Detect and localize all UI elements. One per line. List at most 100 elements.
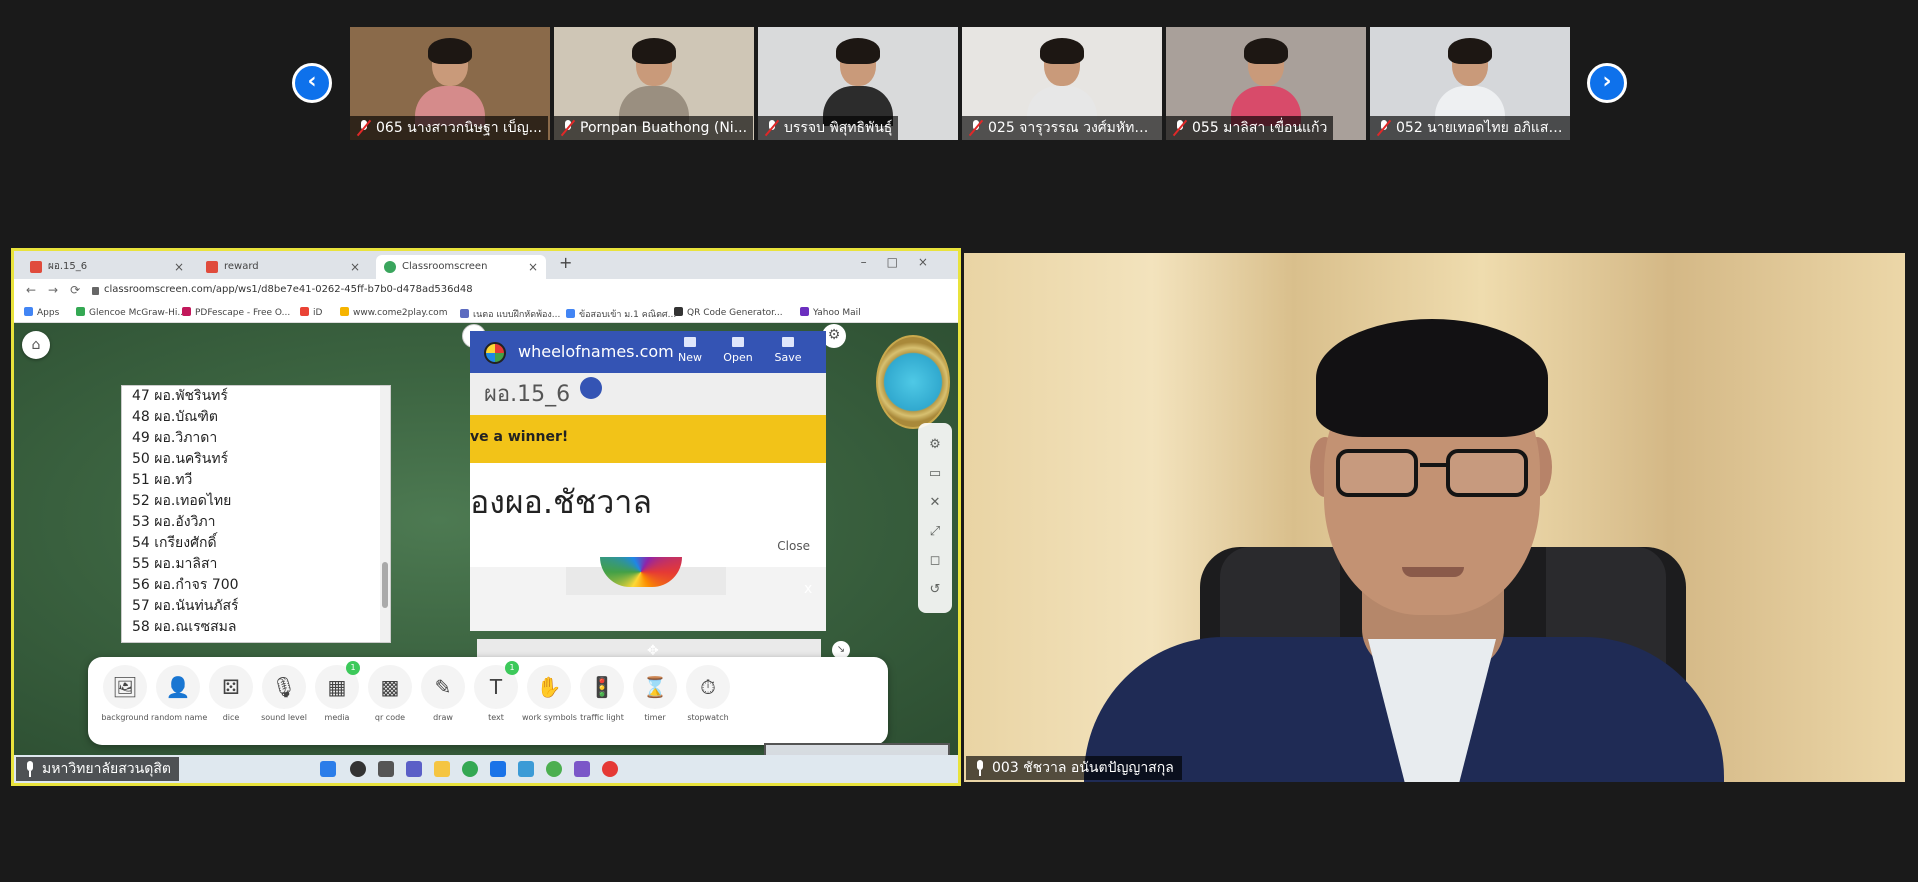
window-controls[interactable]: –□× (861, 255, 948, 269)
participant-tile[interactable]: Pornpan Buathong (Ni... (554, 27, 754, 140)
classroomscreen-board: ⌂ 47 ผอ.พัชรินทร์ 48 ผอ.บัณฑิต 49 ผอ.วิภาด… (14, 323, 958, 783)
participant-tile[interactable]: 065 นางสาวกนิษฐา เบ็ญ... (350, 27, 550, 140)
list-item[interactable]: 54 เกรียงศักดิ์ (122, 533, 390, 554)
gallery-next-button[interactable]: › (1587, 63, 1627, 103)
url-field[interactable]: classroomscreen.com/app/ws1/d8be7e41-026… (104, 284, 473, 295)
search-icon[interactable] (350, 761, 366, 777)
browser-tab[interactable]: ผอ.15_6 × (22, 255, 192, 279)
participant-tile[interactable]: 025 จารุวรรณ วงศ์มหัทธนะ (962, 27, 1162, 140)
chrome-icon[interactable] (462, 761, 478, 777)
tool-text-button[interactable]: T 1 text (469, 661, 523, 722)
resize-icon[interactable]: ⤢ (918, 524, 952, 539)
app-icon[interactable] (574, 761, 590, 777)
tool-stopwatch-button[interactable]: ⏱ stopwatch (681, 665, 735, 722)
tool-badge: 1 (505, 661, 519, 675)
browser-tab-active[interactable]: Classroomscreen × (376, 255, 546, 279)
list-item[interactable]: 58 ผอ.ณเรซสมล (122, 617, 390, 638)
bookmark-link[interactable]: ข้อสอบเข้า ม.1 คณิตศ... (566, 307, 676, 321)
list-item[interactable]: 56 ผอ.กำจร 700 (122, 575, 390, 596)
list-item[interactable]: 47 ผอ.พัชรินทร์ (122, 386, 390, 407)
tool-qr-code-button[interactable]: ▩ qr code (363, 665, 417, 722)
winner-close-button[interactable]: Close (777, 539, 810, 553)
tab-close-icon[interactable]: × (174, 255, 184, 279)
new-tab-button[interactable]: + (559, 253, 572, 272)
participant-tile[interactable]: 052 นายเทอดไทย อภิแสง... (1370, 27, 1570, 140)
side-tool-icon[interactable]: ↺ (918, 582, 952, 597)
list-item[interactable]: 52 ผอ.เทอดไทย (122, 491, 390, 512)
wheel-close-x[interactable]: x (804, 581, 812, 597)
participant-avatar (1231, 38, 1301, 126)
side-toolbar[interactable]: ⚙ ▭ ✕ ⤢ ◻ ↺ (918, 423, 952, 613)
app-icon[interactable] (490, 761, 506, 777)
browser-nav-icons[interactable]: ←→⟳ (26, 283, 92, 297)
tool-dice-button[interactable]: ⚄ dice (204, 665, 258, 722)
bookmark-link[interactable]: Glencoe McGraw-Hi... (76, 307, 186, 318)
bookmark-link[interactable]: Apps (24, 307, 59, 318)
tool-traffic-light-button[interactable]: 🚦 traffic light (575, 665, 629, 722)
wheel-graphic[interactable] (566, 557, 726, 595)
tool-random-name-button[interactable]: 👤 random name (151, 665, 207, 722)
list-item[interactable]: 53 ผอ.อังวิภา (122, 512, 390, 533)
timer-icon: ⌛ (633, 665, 677, 709)
list-item[interactable]: 49 ผอ.วิภาดา (122, 428, 390, 449)
open-button[interactable]: Open (718, 337, 758, 364)
edit-pencil-icon[interactable] (580, 377, 603, 399)
bookmark-link[interactable]: QR Code Generator... (674, 307, 783, 318)
file-explorer-icon[interactable] (434, 761, 450, 777)
side-tool-icon[interactable]: ◻ (918, 553, 952, 568)
winner-banner: ve a winner! (470, 415, 826, 463)
chat-icon[interactable] (406, 761, 422, 777)
list-item[interactable]: 55 ผอ.มาลิสา (122, 554, 390, 575)
side-tool-icon[interactable]: ✕ (918, 495, 952, 510)
list-item[interactable]: 48 ผอ.บัณฑิต (122, 407, 390, 428)
bookmark-link[interactable]: Yahoo Mail (800, 307, 861, 318)
list-item[interactable]: 57 ผอ.นันท่นภัสร์ (122, 596, 390, 617)
wheel-logo-icon (484, 342, 506, 364)
participant-avatar (1435, 38, 1505, 126)
browser-tab[interactable]: reward × (198, 255, 368, 279)
participant-name-tag: 052 นายเทอดไทย อภิแสง... (1370, 116, 1570, 140)
bookmark-link[interactable]: iD (300, 307, 322, 318)
shared-screen-pane[interactable]: ผอ.15_6 × reward × Classroomscreen × + –… (11, 248, 961, 786)
tool-sound-level-button[interactable]: 🎙 sound level (257, 665, 311, 722)
list-item[interactable]: 50 ผอ.นครินทร์ (122, 449, 390, 470)
university-logo (876, 335, 950, 429)
tool-background-button[interactable]: 🖼 background (98, 665, 152, 722)
participant-tile[interactable]: 055 มาลิสา เขื่อนแก้ว (1166, 27, 1366, 140)
address-bar: ←→⟳ classroomscreen.com/app/ws1/d8be7e41… (14, 279, 958, 303)
tool-draw-button[interactable]: ✎ draw (416, 665, 470, 722)
home-icon[interactable]: ⌂ (22, 331, 50, 359)
active-speaker-pane[interactable]: 003 ชัชวาล อนันตปัญญาสกุล (964, 253, 1905, 782)
bookmark-link[interactable]: PDFescape - Free O... (182, 307, 290, 318)
tool-work-symbols-button[interactable]: ✋ work symbols (522, 665, 577, 722)
tool-label: draw (433, 713, 453, 722)
tab-close-icon[interactable]: × (528, 255, 538, 279)
app-icon[interactable] (602, 761, 618, 777)
task-view-icon[interactable] (378, 761, 394, 777)
start-icon[interactable] (320, 761, 336, 777)
tab-close-icon[interactable]: × (350, 255, 360, 279)
gallery-prev-button[interactable]: ‹ (292, 63, 332, 103)
settings-gear-icon[interactable]: ⚙ (918, 437, 952, 452)
speaker-mouth (1402, 567, 1464, 577)
tool-label: text (488, 713, 504, 722)
lock-icon (92, 287, 99, 295)
tab-title: ผอ.15_6 (48, 261, 88, 272)
name-list-scrollbar[interactable] (380, 386, 390, 642)
participant-name-tag: Pornpan Buathong (Ni... (554, 116, 754, 140)
app-icon[interactable] (518, 761, 534, 777)
new-button[interactable]: New (670, 337, 710, 364)
save-button[interactable]: Save (768, 337, 808, 364)
bookmark-link[interactable]: www.come2play.com (340, 307, 447, 318)
participant-name-tag: มหาวิทยาลัยสวนดุสิต (16, 757, 179, 781)
chrome-icon[interactable] (546, 761, 562, 777)
mic-muted-icon (356, 119, 372, 137)
list-item[interactable]: 51 ผอ.ทวี (122, 470, 390, 491)
tool-media-button[interactable]: ▦ 1 media (310, 661, 364, 722)
name-list[interactable]: 47 ผอ.พัชรินทร์ 48 ผอ.บัณฑิต 49 ผอ.วิภาดา 5… (121, 385, 391, 643)
participant-tile[interactable]: บรรจบ พิสุทธิพันธุ์ (758, 27, 958, 140)
side-tool-icon[interactable]: ▭ (918, 466, 952, 481)
bookmark-link[interactable]: เนตอ แบบฝึกหัดพ้อง... (460, 307, 560, 321)
tool-timer-button[interactable]: ⌛ timer (628, 665, 682, 722)
tool-label: dice (222, 713, 240, 722)
